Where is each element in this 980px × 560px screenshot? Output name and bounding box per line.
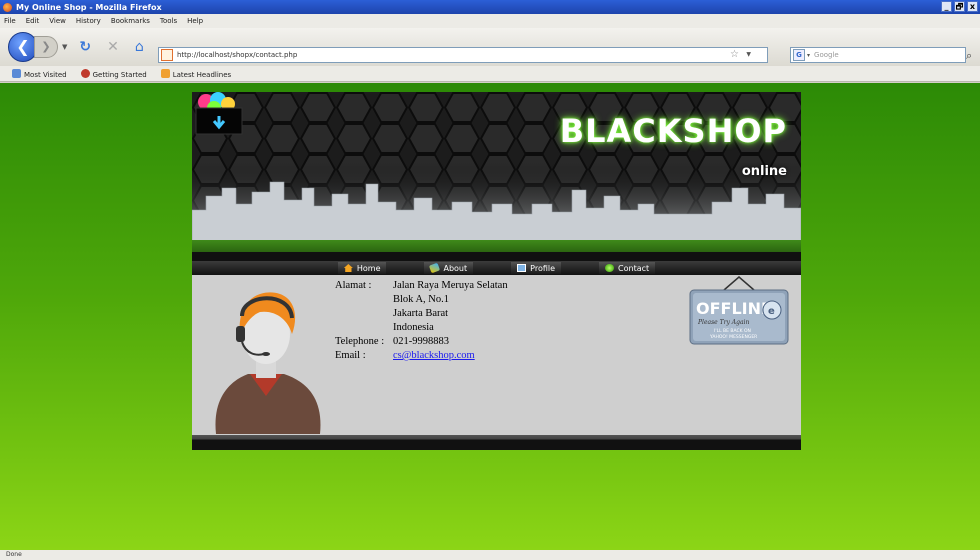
engine-dropdown-icon[interactable]: ▾ bbox=[807, 52, 810, 59]
stop-icon[interactable]: ✕ bbox=[107, 40, 119, 54]
bookmark-getting-started[interactable]: Getting Started bbox=[80, 68, 147, 79]
bookmark-most-visited[interactable]: Most Visited bbox=[12, 68, 67, 79]
bookmark-star-icon[interactable]: ☆ bbox=[730, 49, 739, 60]
site-footer-bar bbox=[192, 435, 801, 450]
url-bar[interactable]: http://localhost/shopx/contact.php ☆ ▼ bbox=[158, 47, 768, 63]
status-text: Done bbox=[6, 551, 22, 558]
window-title: My Online Shop - Mozilla Firefox bbox=[16, 2, 162, 12]
most-visited-icon bbox=[12, 68, 21, 78]
address-line-3: Jakarta Barat bbox=[393, 308, 449, 319]
search-placeholder[interactable]: Google bbox=[814, 51, 839, 59]
menu-history[interactable]: History bbox=[76, 17, 101, 25]
telephone-label: Telephone : bbox=[335, 336, 385, 347]
shopping-bag-icon bbox=[195, 92, 243, 135]
site-logo-text: BLACKSHOP bbox=[559, 112, 787, 150]
yahoo-offline-status-badge[interactable]: OFFLINE Please Try Again e I'LL BE BACK … bbox=[686, 276, 792, 346]
email-label: Email : bbox=[335, 350, 366, 361]
site-navigation: Home About Profile Contact bbox=[192, 261, 801, 275]
telephone-row: Telephone : 021-9998883 bbox=[335, 335, 508, 349]
rss-icon bbox=[160, 68, 170, 78]
menu-bookmarks[interactable]: Bookmarks bbox=[111, 17, 150, 25]
getting-started-icon bbox=[80, 68, 90, 78]
site-header-banner: BLACKSHOP online bbox=[192, 92, 801, 261]
pencil-icon bbox=[429, 262, 441, 274]
close-button[interactable]: x bbox=[967, 1, 978, 12]
house-icon bbox=[343, 264, 353, 272]
site-nav-about[interactable]: About bbox=[424, 262, 474, 274]
restore-button[interactable]: 🗗 bbox=[954, 1, 965, 12]
search-bar[interactable]: G ▾ Google bbox=[790, 47, 966, 63]
menu-file[interactable]: File bbox=[4, 17, 16, 25]
telephone-value: 021-9998883 bbox=[393, 336, 449, 347]
offline-badge-line1: I'LL BE BACK ON bbox=[714, 328, 751, 334]
profile-card-icon bbox=[517, 264, 527, 272]
window-controls: _ 🗗 x bbox=[941, 1, 978, 12]
forward-button[interactable]: ❯ bbox=[34, 36, 58, 58]
minimize-button[interactable]: _ bbox=[941, 1, 952, 12]
menu-tools[interactable]: Tools bbox=[160, 17, 177, 25]
search-magnifier-icon[interactable]: ⌕ bbox=[966, 49, 972, 63]
email-row: Email : cs@blackshop.com bbox=[335, 349, 508, 363]
address-line-4: Indonesia bbox=[393, 322, 434, 333]
contact-details: Alamat : Jalan Raya Meruya Selatan Blok … bbox=[335, 279, 508, 363]
site-nav-profile[interactable]: Profile bbox=[511, 262, 562, 274]
status-bar: Done bbox=[0, 550, 980, 560]
offline-badge-title: OFFLINE bbox=[696, 299, 772, 318]
history-dropdown-icon[interactable]: ▼ bbox=[62, 43, 67, 51]
site-nav-home[interactable]: Home bbox=[337, 262, 387, 274]
address-line-2: Blok A, No.1 bbox=[393, 294, 450, 305]
address-line-1: Jalan Raya Meruya Selatan bbox=[393, 280, 508, 291]
contact-globe-icon bbox=[605, 264, 615, 272]
customer-service-avatar-icon bbox=[215, 292, 321, 434]
site-nav-contact[interactable]: Contact bbox=[599, 262, 656, 274]
page-viewport: BLACKSHOP online Home About Profile Cont… bbox=[0, 83, 980, 550]
reload-icon[interactable]: ↻ bbox=[79, 40, 91, 54]
site-favicon-icon bbox=[161, 49, 173, 61]
url-text[interactable]: http://localhost/shopx/contact.php bbox=[177, 51, 297, 59]
bookmarks-toolbar: Most Visited Getting Started Latest Head… bbox=[0, 66, 980, 82]
email-link[interactable]: cs@blackshop.com bbox=[393, 349, 475, 363]
address-label: Alamat : bbox=[335, 280, 372, 291]
home-icon[interactable]: ⌂ bbox=[135, 40, 144, 54]
menu-edit[interactable]: Edit bbox=[26, 17, 40, 25]
menu-bar: File Edit View History Bookmarks Tools H… bbox=[0, 14, 980, 28]
window-titlebar: My Online Shop - Mozilla Firefox _ 🗗 x bbox=[0, 0, 980, 14]
firefox-icon bbox=[3, 2, 12, 12]
menu-help[interactable]: Help bbox=[187, 17, 203, 25]
url-dropdown-icon[interactable]: ▼ bbox=[746, 51, 751, 58]
contact-content: Alamat : Jalan Raya Meruya Selatan Blok … bbox=[192, 275, 801, 435]
site-container: BLACKSHOP online Home About Profile Cont… bbox=[192, 92, 801, 450]
offline-badge-line2: YAHOO! MESSENGER bbox=[709, 334, 757, 340]
menu-view[interactable]: View bbox=[49, 17, 66, 25]
site-logo-subtext: online bbox=[741, 164, 787, 179]
google-engine-icon[interactable]: G bbox=[793, 49, 805, 61]
svg-text:e: e bbox=[768, 306, 775, 317]
offline-badge-tagline: Please Try Again bbox=[697, 319, 749, 326]
address-row: Alamat : Jalan Raya Meruya Selatan bbox=[335, 279, 508, 293]
bookmark-latest-headlines[interactable]: Latest Headlines bbox=[160, 68, 231, 79]
